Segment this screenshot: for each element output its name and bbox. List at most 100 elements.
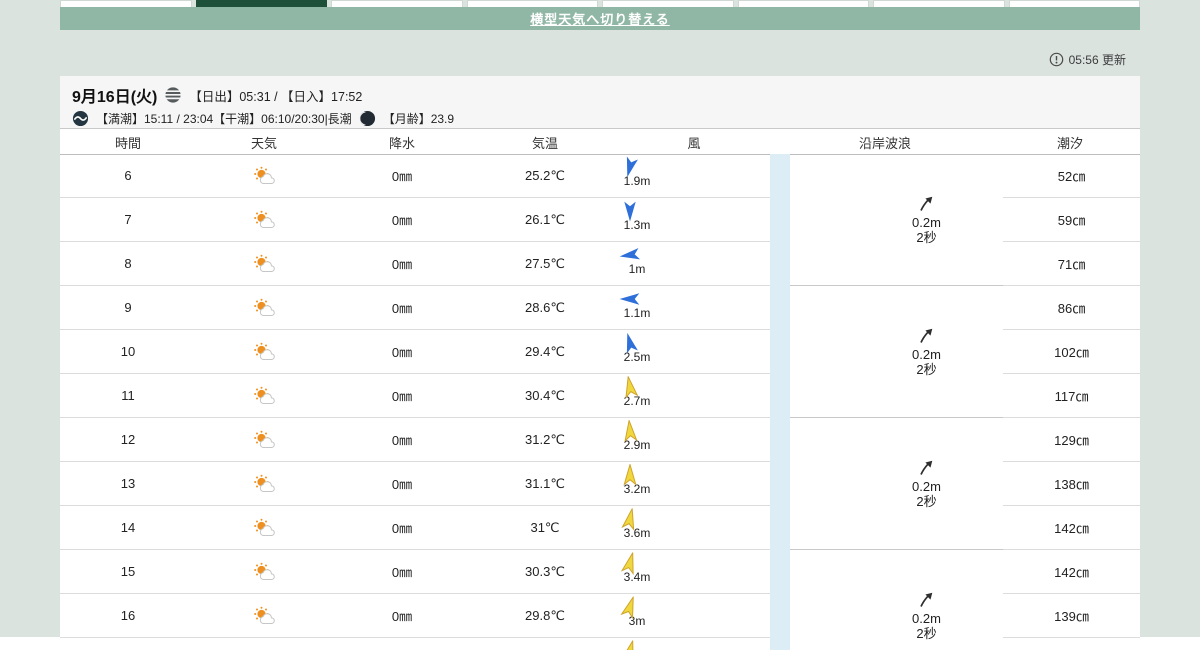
hour-cell: 9	[60, 300, 196, 315]
hour-cell: 6	[60, 168, 196, 183]
wind-direction-arrow	[619, 288, 641, 310]
precip-cell: 0㎜	[332, 298, 472, 317]
col-coastal-waves: 沿岸波浪	[859, 133, 911, 152]
precip-cell: 0㎜	[332, 474, 472, 493]
wind-direction-arrow	[617, 374, 642, 399]
wind-cell: 1.9m	[600, 156, 660, 188]
tab[interactable]	[602, 0, 734, 7]
tab[interactable]	[873, 0, 1005, 7]
precip-cell: 0㎜	[332, 166, 472, 185]
weather-cell	[196, 254, 332, 273]
wind-direction-arrow	[618, 419, 642, 443]
wave-period: 2秒	[916, 626, 936, 641]
wind-cell: 1.3m	[600, 200, 660, 232]
weather-cell	[196, 562, 332, 581]
sun-cloud-icon	[251, 386, 277, 405]
sun-cloud-icon	[251, 518, 277, 537]
table-row: 8 0㎜	[60, 242, 770, 286]
northeast-arrow-icon	[917, 194, 936, 213]
cloudy-icon	[164, 86, 182, 104]
wind-cell: 1.1m	[600, 288, 660, 320]
tab[interactable]	[738, 0, 870, 7]
tab[interactable]	[467, 0, 599, 7]
sunrise-sunset: 【日出】05:31 / 【日入】17:52	[189, 86, 362, 105]
precip-cell: 0㎜	[332, 430, 472, 449]
hour-cell: 8	[60, 256, 196, 271]
temp-cell: 28.6℃	[472, 300, 618, 316]
hour-cell: 7	[60, 212, 196, 227]
tab-active[interactable]	[196, 0, 328, 7]
tide-section: 52㎝ 59㎝ 71㎝ 86㎝ 102㎝ 117㎝ 129㎝ 138㎝ 142㎝…	[1003, 154, 1140, 638]
table-header: 時間 天気 降水 気温 風 沿岸波浪 潮汐	[60, 129, 1140, 155]
temp-cell: 31.2℃	[472, 432, 618, 448]
col-temp: 気温	[532, 133, 558, 152]
table-row: 6 0㎜	[60, 154, 770, 198]
hour-cell: 11	[60, 388, 196, 403]
tide-cell: 117㎝	[1003, 374, 1140, 418]
weather-cell	[196, 386, 332, 405]
sun-cloud-icon	[251, 342, 277, 361]
tide-cell: 59㎝	[1003, 198, 1140, 242]
hour-cell: 12	[60, 432, 196, 447]
wind-direction-arrow	[618, 243, 643, 268]
notice-icon	[1049, 52, 1064, 67]
temp-cell: 29.4℃	[472, 344, 618, 360]
precip-cell: 0㎜	[332, 386, 472, 405]
temp-cell: 29.8℃	[472, 608, 618, 624]
hour-cell: 15	[60, 564, 196, 579]
update-time: 05:56 更新	[1069, 51, 1126, 68]
switch-to-horizontal-link[interactable]: 横型天気へ切り替える	[530, 9, 670, 28]
tide-cell: 142㎝	[1003, 506, 1140, 550]
sun-cloud-icon	[251, 254, 277, 273]
tide-cell: 138㎝	[1003, 462, 1140, 506]
weather-cell	[196, 474, 332, 493]
col-time: 時間	[115, 133, 141, 152]
table-row: 13 0㎜	[60, 462, 770, 506]
sun-cloud-icon	[251, 562, 277, 581]
wind-cell	[600, 640, 660, 650]
table-row: 11 0㎜	[60, 374, 770, 418]
precip-cell: 0㎜	[332, 518, 472, 537]
wave-period: 2秒	[916, 362, 936, 377]
wind-direction-arrow	[619, 200, 641, 222]
temp-cell: 26.1℃	[472, 212, 618, 228]
wind-direction-arrow	[617, 638, 644, 650]
hour-cell: 16	[60, 608, 196, 623]
wave-period: 2秒	[916, 494, 936, 509]
precip-cell: 0㎜	[332, 562, 472, 581]
precip-cell: 0㎜	[332, 254, 472, 273]
sun-cloud-icon	[251, 606, 277, 625]
wind-cell: 3.6m	[600, 508, 660, 540]
table-row: 12 0㎜	[60, 418, 770, 462]
temp-cell: 31℃	[472, 520, 618, 536]
table-row: 14 0㎜	[60, 506, 770, 550]
wave-icon	[72, 110, 89, 127]
table-row: 7 0㎜	[60, 198, 770, 242]
sun-cloud-icon	[251, 210, 277, 229]
wind-cell: 3.4m	[600, 552, 660, 584]
update-status: 05:56 更新	[60, 48, 1140, 70]
table-row: 15 0㎜	[60, 550, 770, 594]
wind-direction-arrow	[617, 506, 643, 532]
wind-direction-arrow	[619, 464, 641, 486]
wave-period: 2秒	[916, 230, 936, 245]
sun-cloud-icon	[251, 166, 277, 185]
wave-height: 0.2m	[912, 611, 941, 626]
sun-cloud-icon	[251, 474, 277, 493]
hour-cell: 14	[60, 520, 196, 535]
temp-cell: 31.1℃	[472, 476, 618, 492]
tab[interactable]	[1009, 0, 1141, 7]
temp-cell: 30.3℃	[472, 564, 618, 580]
date-title: 9月16日(火)	[72, 83, 157, 107]
sun-cloud-icon	[251, 430, 277, 449]
wave-height: 0.2m	[912, 347, 941, 362]
tide-cell: 129㎝	[1003, 418, 1140, 462]
wind-cell: 2.5m	[600, 332, 660, 364]
wind-cell: 3.2m	[600, 464, 660, 496]
scroll-divider	[770, 154, 790, 650]
sun-cloud-icon	[251, 298, 277, 317]
moon-icon	[359, 110, 376, 127]
hourly-weather-table: 時間 天気 降水 気温 風 沿岸波浪 潮汐 6	[60, 128, 1140, 650]
tab[interactable]	[331, 0, 463, 7]
tab[interactable]	[60, 0, 192, 7]
